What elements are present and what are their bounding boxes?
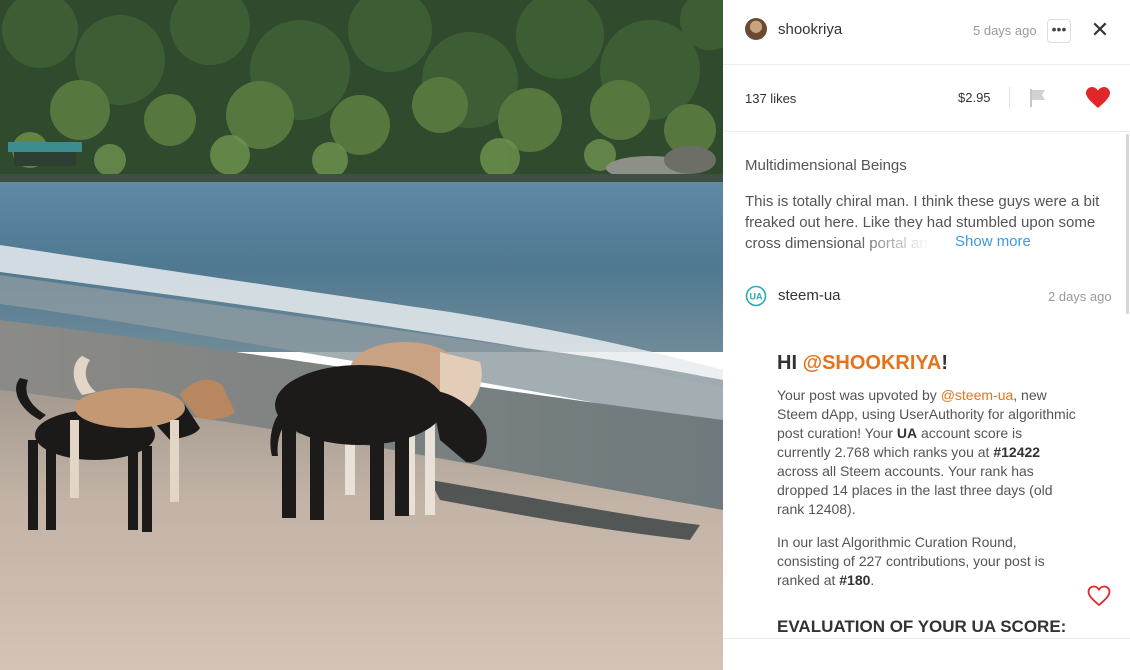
- show-more-link[interactable]: Show more: [955, 233, 1031, 250]
- close-button[interactable]: ✕: [1090, 19, 1110, 41]
- heart-outline-icon[interactable]: [1087, 585, 1111, 607]
- scrollbar[interactable]: [1126, 134, 1129, 314]
- close-icon: ✕: [1090, 17, 1110, 42]
- comment-paragraph-1: Your post was upvoted by @steem-ua, new …: [777, 387, 1076, 517]
- comment-paragraph-2: In our last Algorithmic Curation Round, …: [777, 534, 1045, 588]
- divider: [1009, 87, 1010, 109]
- ellipsis-icon: •••: [1051, 21, 1067, 37]
- payout-value[interactable]: $2.95: [958, 90, 991, 105]
- post-time: 5 days ago: [973, 23, 1037, 38]
- comment-greeting: HI @SHOOKRIYA!: [777, 352, 949, 374]
- comment-input-area[interactable]: [723, 638, 1130, 670]
- steem-ua-logo[interactable]: UA: [745, 285, 767, 307]
- steem-ua-link[interactable]: @steem-ua: [941, 387, 1014, 403]
- evaluation-heading: EVALUATION OF YOUR UA SCORE:: [777, 617, 1067, 636]
- heart-filled-icon[interactable]: [1085, 86, 1111, 110]
- beach-animals-image: [0, 0, 723, 670]
- flag-icon[interactable]: [1029, 88, 1047, 108]
- likes-count[interactable]: 137 likes: [745, 91, 796, 106]
- author-avatar[interactable]: [745, 18, 767, 40]
- post-header: shookriya 5 days ago ••• ✕: [723, 0, 1130, 65]
- mention-link[interactable]: @SHOOKRIYA: [803, 352, 942, 374]
- comment-time: 2 days ago: [1048, 289, 1112, 304]
- post-title: Multidimensional Beings: [745, 157, 907, 174]
- author-name[interactable]: shookriya: [778, 21, 842, 38]
- post-stats: 137 likes $2.95: [723, 65, 1130, 132]
- text-fade: [853, 229, 943, 253]
- more-options-button[interactable]: •••: [1047, 19, 1071, 43]
- svg-text:UA: UA: [750, 292, 763, 302]
- comment-author[interactable]: steem-ua: [778, 287, 841, 304]
- post-sidebar: shookriya 5 days ago ••• ✕ 137 likes $2.…: [723, 0, 1130, 670]
- post-photo[interactable]: [0, 0, 723, 670]
